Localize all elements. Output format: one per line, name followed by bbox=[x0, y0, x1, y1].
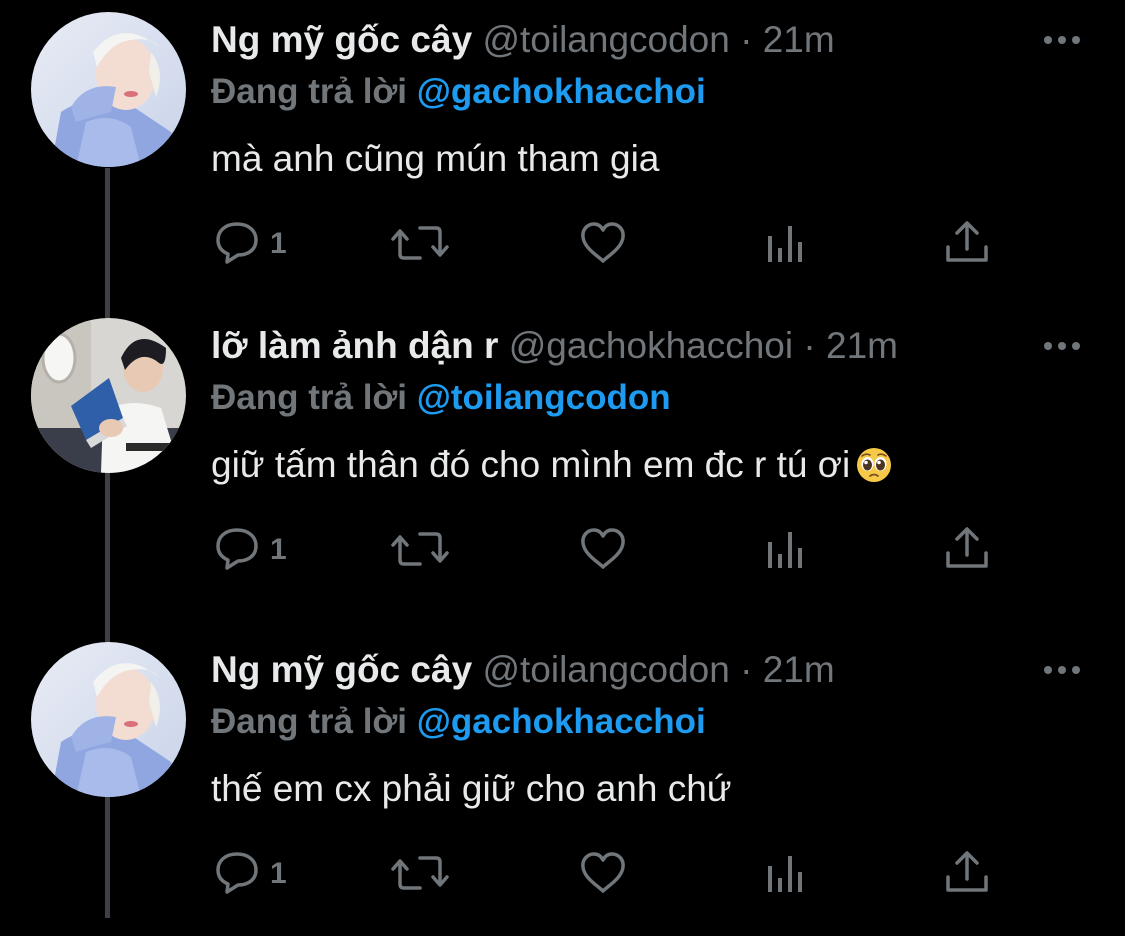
reply-count: 1 bbox=[270, 227, 287, 260]
avatar[interactable] bbox=[31, 12, 186, 167]
share-button[interactable] bbox=[944, 848, 990, 898]
share-button[interactable] bbox=[944, 524, 990, 574]
pleading-face-emoji bbox=[856, 447, 892, 494]
reply-count: 1 bbox=[270, 533, 287, 566]
views-button[interactable] bbox=[766, 848, 806, 898]
reply-button[interactable] bbox=[214, 218, 260, 268]
separator-dot: · bbox=[740, 19, 753, 60]
retweet-button[interactable] bbox=[390, 524, 450, 574]
replying-to-mention[interactable]: @gachokhacchoi bbox=[417, 72, 706, 111]
more-options-button[interactable] bbox=[1040, 656, 1084, 684]
retweet-icon bbox=[391, 856, 449, 890]
tweet[interactable]: Ng mỹ gốc cây @toilangcodon · 21m Đang t… bbox=[0, 0, 1125, 306]
reply-bubble-icon bbox=[216, 528, 258, 570]
views-bar-chart-icon bbox=[768, 532, 802, 568]
avatar[interactable] bbox=[31, 318, 186, 473]
like-button[interactable] bbox=[578, 848, 628, 898]
tweet-text-container: giữ tấm thân đó cho mình em đc r tú ơi bbox=[211, 442, 892, 494]
more-horizontal-icon bbox=[1044, 36, 1080, 44]
share-button[interactable] bbox=[944, 218, 990, 268]
replying-to-line: Đang trả lời @toilangcodon bbox=[211, 376, 671, 420]
tweet[interactable]: Ng mỹ gốc cây @toilangcodon · 21m Đang t… bbox=[0, 630, 1125, 936]
reply-bubble-icon bbox=[216, 222, 258, 264]
retweet-button[interactable] bbox=[390, 848, 450, 898]
replying-to-label: Đang trả lời bbox=[211, 72, 408, 111]
reply-button[interactable] bbox=[214, 848, 260, 898]
views-bar-chart-icon bbox=[768, 856, 802, 892]
replying-to-mention[interactable]: @gachokhacchoi bbox=[417, 702, 706, 741]
tweet-header: Ng mỹ gốc cây @toilangcodon · 21m bbox=[211, 648, 835, 692]
reply-count: 1 bbox=[270, 857, 287, 890]
tweet-text: giữ tấm thân đó cho mình em đc r tú ơi bbox=[211, 444, 851, 485]
share-upload-icon bbox=[946, 851, 988, 892]
heart-icon bbox=[581, 222, 625, 263]
retweet-icon bbox=[391, 226, 449, 260]
views-button[interactable] bbox=[766, 218, 806, 268]
timestamp[interactable]: 21m bbox=[763, 19, 835, 60]
tweet-header: Ng mỹ gốc cây @toilangcodon · 21m bbox=[211, 18, 835, 62]
tweet-text: mà anh cũng mún tham gia bbox=[211, 138, 660, 179]
separator-dot: · bbox=[740, 649, 753, 690]
display-name[interactable]: Ng mỹ gốc cây bbox=[211, 19, 472, 60]
replying-to-label: Đang trả lời bbox=[211, 378, 408, 417]
share-upload-icon bbox=[946, 527, 988, 568]
reply-button[interactable] bbox=[214, 524, 260, 574]
more-horizontal-icon bbox=[1044, 342, 1080, 350]
tweet[interactable]: lỡ làm ảnh dận r @gachokhacchoi · 21m Đa… bbox=[0, 306, 1125, 612]
tweet-actions: 1 bbox=[0, 218, 1125, 268]
display-name[interactable]: Ng mỹ gốc cây bbox=[211, 649, 472, 690]
tweet-text: thế em cx phải giữ cho anh chứ bbox=[211, 768, 732, 809]
timestamp[interactable]: 21m bbox=[763, 649, 835, 690]
share-upload-icon bbox=[946, 221, 988, 262]
display-name[interactable]: lỡ làm ảnh dận r bbox=[211, 325, 498, 366]
like-button[interactable] bbox=[578, 524, 628, 574]
replying-to-mention[interactable]: @toilangcodon bbox=[417, 378, 671, 417]
views-button[interactable] bbox=[766, 524, 806, 574]
heart-icon bbox=[581, 528, 625, 569]
separator-dot: · bbox=[803, 325, 816, 366]
user-handle[interactable]: @toilangcodon bbox=[482, 19, 729, 60]
heart-icon bbox=[581, 852, 625, 893]
retweet-button[interactable] bbox=[390, 218, 450, 268]
tweet-actions: 1 bbox=[0, 848, 1125, 898]
tweet-header: lỡ làm ảnh dận r @gachokhacchoi · 21m bbox=[211, 324, 898, 368]
retweet-icon bbox=[391, 532, 449, 566]
reply-bubble-icon bbox=[216, 852, 258, 894]
replying-to-label: Đang trả lời bbox=[211, 702, 408, 741]
replying-to-line: Đang trả lời @gachokhacchoi bbox=[211, 70, 706, 114]
views-bar-chart-icon bbox=[768, 226, 802, 262]
like-button[interactable] bbox=[578, 218, 628, 268]
timestamp[interactable]: 21m bbox=[826, 325, 898, 366]
replying-to-line: Đang trả lời @gachokhacchoi bbox=[211, 700, 706, 744]
avatar[interactable] bbox=[31, 642, 186, 797]
more-options-button[interactable] bbox=[1040, 332, 1084, 360]
more-horizontal-icon bbox=[1044, 666, 1080, 674]
user-handle[interactable]: @gachokhacchoi bbox=[509, 325, 793, 366]
user-handle[interactable]: @toilangcodon bbox=[482, 649, 729, 690]
tweet-actions: 1 bbox=[0, 524, 1125, 574]
more-options-button[interactable] bbox=[1040, 26, 1084, 54]
